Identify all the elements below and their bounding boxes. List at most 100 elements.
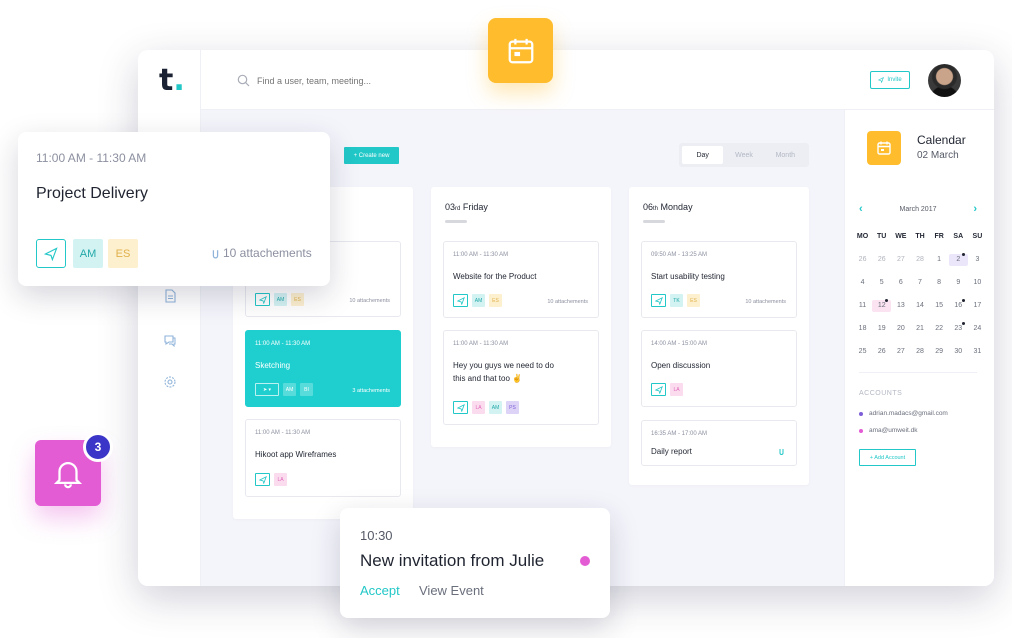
- calendar-day[interactable]: 30: [949, 346, 968, 358]
- calendar-day[interactable]: 25: [853, 346, 872, 358]
- send-icon[interactable]: [651, 294, 666, 307]
- calendar-day[interactable]: 7: [910, 277, 929, 289]
- tag-am: AM: [489, 401, 502, 414]
- calendar-day[interactable]: 3: [968, 254, 987, 266]
- calendar-day[interactable]: 23: [949, 322, 968, 335]
- calendar-day[interactable]: 15: [930, 300, 949, 312]
- attachment-icon[interactable]: [779, 447, 784, 455]
- send-dropdown[interactable]: ➤ ▾: [255, 383, 279, 396]
- event-detail-card[interactable]: 11:00 AM - 11:30 AM Project Delivery AM …: [18, 132, 330, 286]
- calendar-day[interactable]: 1: [930, 254, 949, 266]
- attachments-link[interactable]: 10 attachements: [212, 246, 312, 260]
- month-navigator: ‹ March 2017 ›: [859, 203, 977, 215]
- calendar-day[interactable]: 5: [872, 277, 891, 289]
- calendar-day[interactable]: 16: [949, 299, 968, 312]
- column-indicator: [643, 220, 665, 223]
- calendar-day[interactable]: 14: [910, 300, 929, 312]
- calendar-day[interactable]: 20: [891, 323, 910, 335]
- calendar-day[interactable]: 22: [930, 323, 949, 335]
- send-icon[interactable]: [453, 294, 468, 307]
- weekday-header: MO: [856, 233, 869, 240]
- event-card-active[interactable]: 11:00 AM - 11:30 AM Sketching ➤ ▾ AM BI …: [245, 330, 401, 407]
- tab-month[interactable]: Month: [765, 146, 806, 164]
- calendar-day[interactable]: 8: [930, 277, 949, 289]
- send-icon[interactable]: [255, 293, 270, 306]
- calendar-day[interactable]: 26: [872, 346, 891, 358]
- view-event-button[interactable]: View Event: [419, 583, 484, 598]
- calendar-panel: Calendar 02 March ‹ March 2017 › MO TU WE T…: [844, 110, 994, 586]
- tag-es: ES: [489, 294, 502, 307]
- tab-day[interactable]: Day: [682, 146, 724, 164]
- app-logo[interactable]: t.: [159, 64, 185, 98]
- card-time: 14:00 AM - 15:00 AM: [651, 341, 708, 347]
- card-title: Hikoot app Wireframes: [255, 450, 337, 459]
- card-attachments[interactable]: 3 attachements: [352, 388, 390, 394]
- calendar-icon: [867, 131, 901, 165]
- add-account-button[interactable]: + Add Account: [859, 449, 916, 466]
- chevron-right-icon[interactable]: ›: [973, 203, 977, 215]
- calendar-day[interactable]: 13: [891, 300, 910, 312]
- send-icon[interactable]: [36, 239, 66, 268]
- event-card[interactable]: 09:50 AM - 13:25 AM Start usability test…: [641, 241, 797, 318]
- calendar-day[interactable]: 10: [968, 277, 987, 289]
- calendar-day[interactable]: 17: [968, 300, 987, 312]
- card-tags: LA: [255, 473, 287, 486]
- card-attachments[interactable]: 10 attachements: [745, 299, 786, 305]
- calendar-day[interactable]: 2: [948, 253, 968, 266]
- card-title: Hey you guys we need to do this and that…: [453, 361, 554, 383]
- card-time: 16:35 AM - 17:00 AM: [651, 431, 708, 437]
- document-icon[interactable]: [163, 289, 177, 303]
- calendar-day[interactable]: 9: [949, 277, 968, 289]
- calendar-day[interactable]: 19: [872, 323, 891, 335]
- send-icon[interactable]: [453, 401, 468, 414]
- calendar-day[interactable]: 29: [930, 346, 949, 358]
- calendar-day[interactable]: 28: [910, 254, 929, 266]
- send-icon[interactable]: [255, 473, 270, 486]
- tab-week[interactable]: Week: [723, 146, 764, 164]
- invitation-title: New invitation from Julie: [360, 551, 545, 570]
- account-dot: [859, 428, 863, 433]
- chevron-left-icon[interactable]: ‹: [859, 203, 863, 215]
- search-input[interactable]: [257, 72, 517, 90]
- event-card[interactable]: 11:00 AM - 11:30 AM Website for the Prod…: [443, 241, 599, 318]
- calendar-day[interactable]: 27: [891, 254, 910, 266]
- calendar-day[interactable]: 31: [968, 346, 987, 358]
- calendar-grid: MO TU WE TH FR SA SU 26 26 27 28 1 2 3 4 5 6 7 8 9 10 11 12 13 1…: [853, 231, 987, 358]
- card-tags: ➤ ▾ AM BI: [255, 383, 313, 396]
- column-header: 03rd Friday: [445, 202, 488, 212]
- card-attachments[interactable]: 10 attachements: [547, 299, 588, 305]
- create-new-button[interactable]: + Create new: [344, 147, 399, 164]
- weekday-header: WE: [895, 233, 907, 240]
- card-title: Open discussion: [651, 361, 711, 370]
- accept-button[interactable]: Accept: [360, 583, 400, 598]
- calendar-day[interactable]: 27: [891, 346, 910, 358]
- bell-icon: [53, 462, 83, 489]
- account-item[interactable]: adrian.madacs@gmail.com: [859, 410, 948, 417]
- avatar[interactable]: [928, 64, 961, 97]
- card-attachments[interactable]: 10 attachements: [349, 298, 390, 304]
- invite-button[interactable]: Invite: [870, 71, 910, 89]
- calendar-day[interactable]: 21: [910, 323, 929, 335]
- event-title: Project Delivery: [36, 185, 149, 202]
- calendar-day[interactable]: 24: [968, 323, 987, 335]
- tag-la: LA: [472, 401, 485, 414]
- event-card[interactable]: 14:00 AM - 15:00 AM Open discussion LA: [641, 330, 797, 407]
- tag-la: LA: [274, 473, 287, 486]
- calendar-day[interactable]: 18: [853, 323, 872, 335]
- send-icon: [878, 77, 885, 83]
- event-card[interactable]: 16:35 AM - 17:00 AM Daily report: [641, 420, 797, 466]
- invitation-time: 10:30: [360, 528, 393, 543]
- settings-icon[interactable]: [163, 375, 177, 389]
- send-icon[interactable]: [651, 383, 666, 396]
- calendar-day[interactable]: 12: [872, 299, 892, 312]
- chat-icon[interactable]: [163, 333, 177, 347]
- account-item[interactable]: ama@umweit.dk: [859, 427, 918, 434]
- calendar-day[interactable]: 26: [853, 254, 872, 266]
- calendar-day[interactable]: 28: [910, 346, 929, 358]
- calendar-day[interactable]: 11: [853, 300, 872, 312]
- calendar-day[interactable]: 6: [891, 277, 910, 289]
- event-card[interactable]: 11:00 AM - 11:30 AM Hey you guys we need…: [443, 330, 599, 425]
- calendar-day[interactable]: 26: [872, 254, 891, 266]
- event-card[interactable]: 11:00 AM - 11:30 AM Hikoot app Wireframe…: [245, 419, 401, 497]
- calendar-day[interactable]: 4: [853, 277, 872, 289]
